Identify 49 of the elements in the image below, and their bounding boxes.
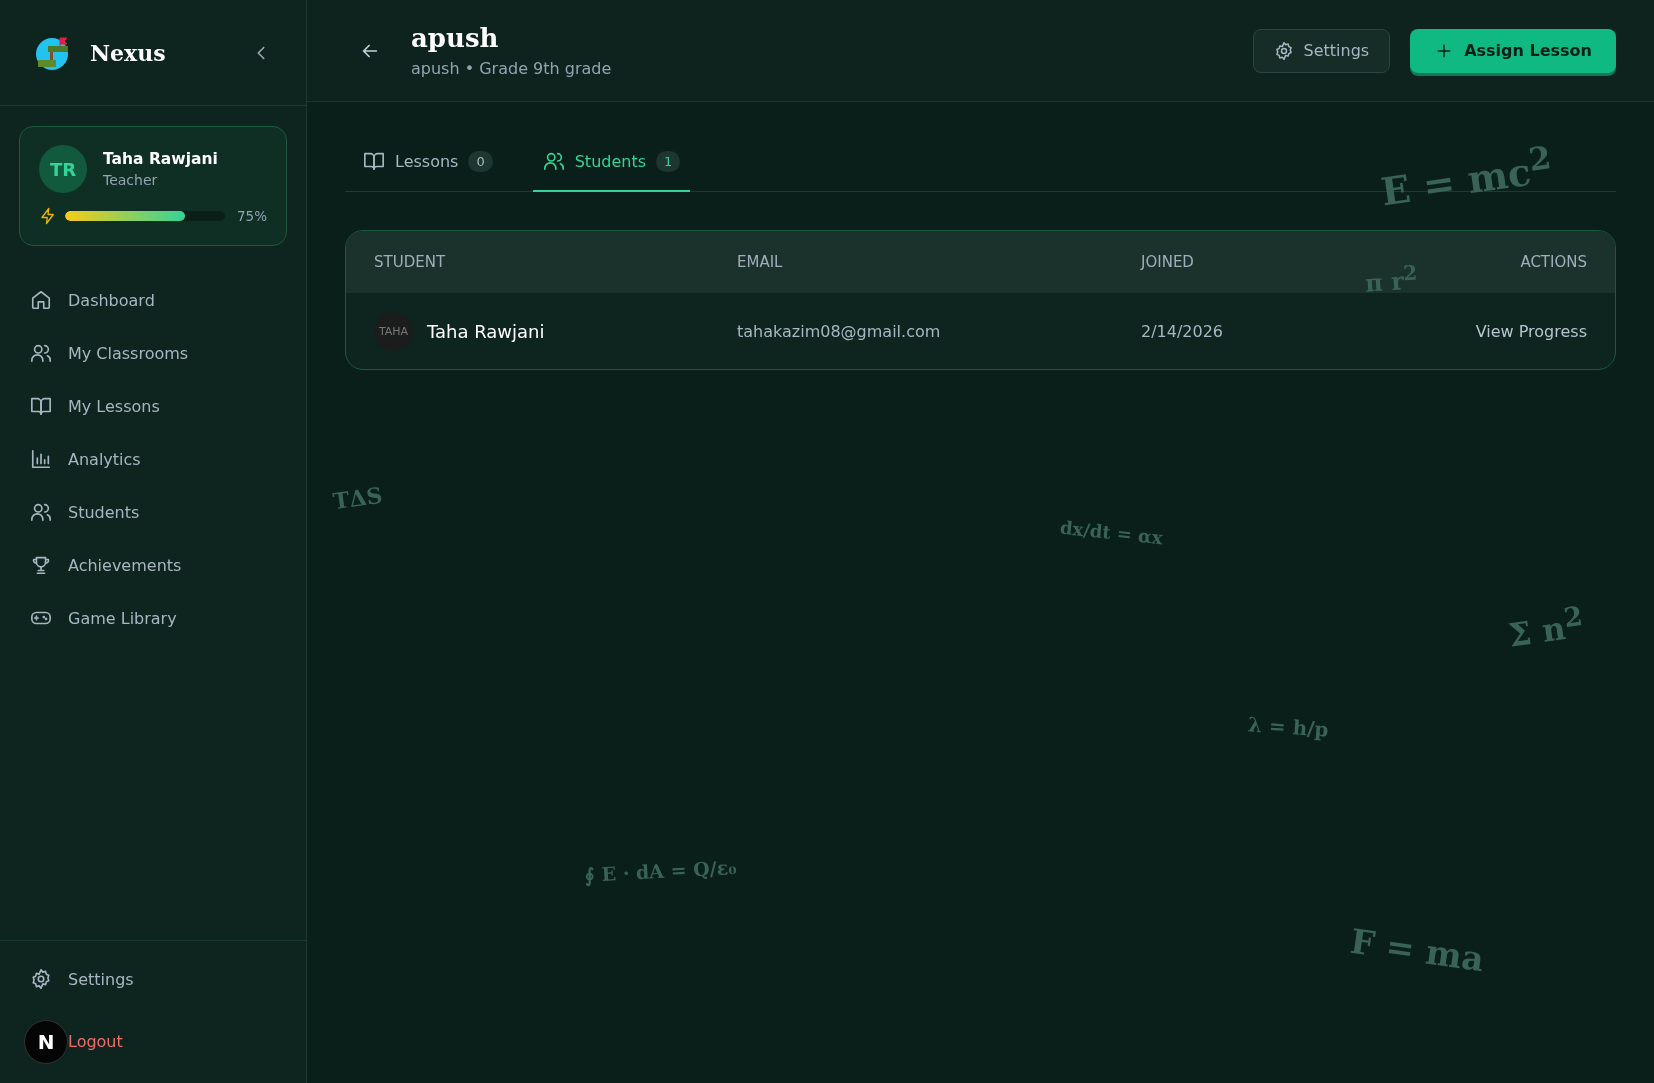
home-icon — [30, 289, 52, 311]
bar-chart-icon — [30, 448, 52, 470]
column-header: EMAIL — [737, 253, 784, 271]
tab[interactable]: Lessons 0 — [353, 132, 503, 192]
settings-icon — [1273, 40, 1294, 61]
student-avatar: TAHA — [374, 311, 413, 351]
formula-text: E = mc$^{2}$ — [1377, 138, 1555, 215]
progress-reading: 75% — [237, 208, 267, 224]
users-icon — [542, 150, 565, 172]
page-subtitle: apush • Grade 9th grade — [411, 59, 613, 78]
brand-name: Nexus — [90, 39, 167, 66]
avatar: TR — [39, 145, 87, 193]
users-icon — [30, 501, 52, 523]
page-title: apush — [411, 23, 500, 53]
dev-badge[interactable]: N — [24, 1020, 68, 1064]
formula-text: F = ma — [1347, 920, 1487, 980]
formula-text: λ = h/p — [1247, 712, 1330, 742]
lightning-icon — [39, 207, 57, 225]
nav-item[interactable]: Analytics — [0, 435, 306, 483]
settings-button[interactable]: Settings — [0, 955, 306, 1003]
column-header: JOINED — [1141, 253, 1195, 271]
book-icon — [363, 150, 385, 172]
book-icon — [30, 395, 52, 417]
count-badge: 0 — [468, 150, 493, 172]
nav-item[interactable]: Dashboard — [0, 276, 306, 324]
view-progress-link[interactable]: View Progress — [1475, 321, 1587, 341]
assign-lesson-button[interactable]: Assign Lesson — [1410, 28, 1616, 73]
trophy-icon — [30, 554, 52, 576]
tab[interactable]: Students 1 — [532, 132, 691, 192]
nav-item[interactable]: Game Library — [0, 594, 306, 642]
joined-date: 2/14/2026 — [1141, 321, 1225, 341]
nav-item[interactable]: Achievements — [0, 541, 306, 589]
nav-item[interactable]: My Lessons — [0, 382, 306, 430]
users-icon — [30, 342, 52, 364]
formula-text: ∮ E · dA = Q/ε₀ — [584, 856, 737, 886]
nav-item[interactable]: My Classrooms — [0, 329, 306, 377]
user-role: Teacher — [103, 172, 159, 188]
student-name: Taha Rawjani — [427, 320, 545, 342]
column-header: STUDENT — [374, 253, 447, 271]
formula-text: Σ n$^{2}$ — [1505, 599, 1586, 655]
formula-text: TΔS — [331, 481, 384, 515]
user-name: Taha Rawjani — [103, 150, 218, 168]
formula-text: dx/dt = αx — [1059, 516, 1164, 549]
nav-item[interactable]: Students — [0, 488, 306, 536]
settings-icon — [30, 968, 52, 990]
settings-button[interactable]: Settings — [1252, 28, 1391, 73]
student-email: tahakazim08@gmail.com — [737, 321, 942, 341]
column-header: ACTIONS — [1520, 253, 1587, 271]
count-badge: 1 — [656, 150, 681, 172]
